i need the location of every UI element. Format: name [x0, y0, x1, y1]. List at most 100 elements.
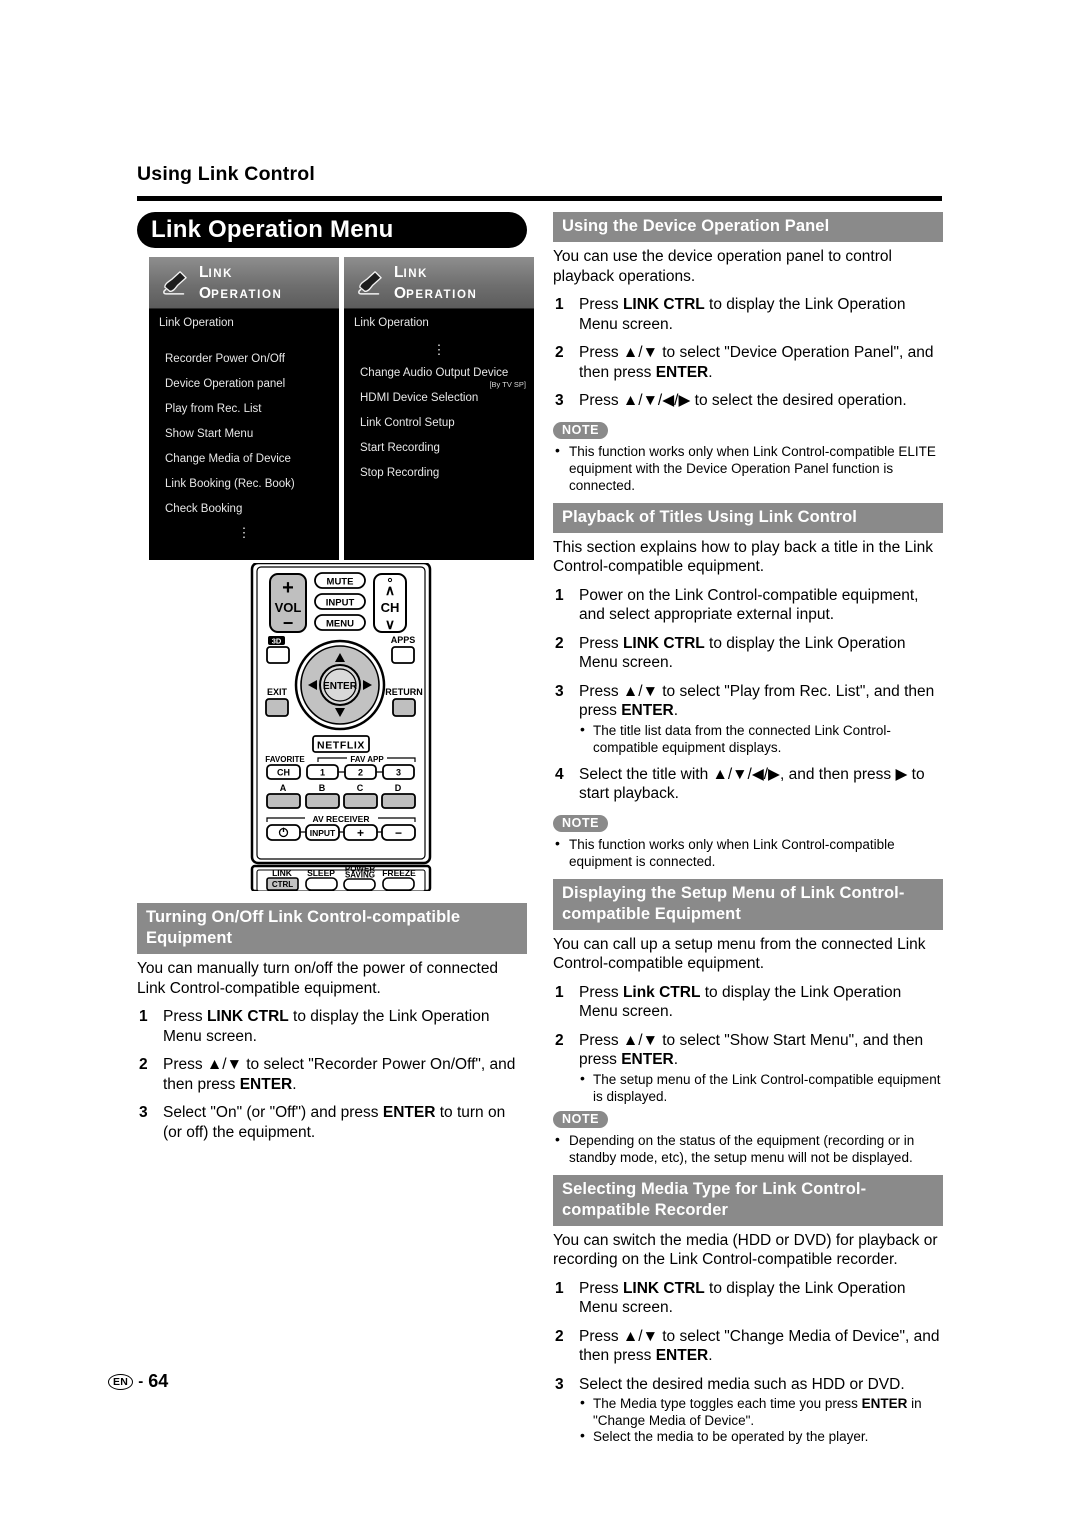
av-receiver-label: AV RECEIVER [313, 814, 370, 824]
heading-line-2: Equipment [146, 929, 233, 947]
fav-app-2-label: 2 [358, 768, 363, 778]
logo-l2-cap: O [394, 285, 407, 302]
menu-item[interactable]: Play from Rec. List [149, 403, 339, 428]
menu-button-label: MENU [326, 619, 354, 630]
footer-dash: - [138, 1373, 144, 1390]
av-minus-label: − [395, 826, 402, 840]
color-d-label: D [395, 783, 402, 793]
step-text-bold: LINK CTRL [622, 296, 705, 313]
logo-l1-rest: INK [208, 268, 234, 280]
remote-control-illustration: + VOL − MUTE INPUT MENU ∧ CH ∨ 3D APPS E… [250, 563, 432, 891]
menu-item-label: Change Media of Device [165, 453, 291, 465]
input-button-label: INPUT [326, 598, 355, 609]
step-text-pre: Press ▲/▼ to select "Change Media of Dev… [579, 1327, 940, 1365]
step-text-pre: Press ▲/▼/◀/▶ to select the desired oper… [579, 392, 907, 409]
step-item: 3 Press ▲/▼ to select "Play from Rec. Lis… [553, 682, 943, 721]
step-text-bold: ENTER [655, 363, 709, 381]
menu-item-label: Link Booking (Rec. Book) [165, 478, 295, 490]
step-number: 1 [555, 586, 564, 604]
step-item: 2 Press LINK CTRL to display the Link Ope… [553, 634, 943, 673]
step-number: 2 [555, 634, 564, 652]
step-text-bold: LINK CTRL [622, 1279, 705, 1297]
section-intro: You can call up a setup menu from the co… [553, 935, 926, 973]
menu-item[interactable]: Stop Recording [344, 467, 534, 492]
step-text-pre: Power on the Link Control-compatible equ… [579, 586, 919, 624]
menu-item[interactable]: Link Booking (Rec. Book) [149, 478, 339, 503]
exit-label: EXIT [267, 687, 288, 697]
menu-item[interactable]: Device Operation panel [149, 378, 339, 403]
menu-item[interactable]: Link Control Setup [344, 417, 534, 442]
link-label: LINK [272, 868, 293, 878]
section-media-type: Selecting Media Type for Link Control- c… [553, 1174, 943, 1446]
step-text-bold: ENTER [382, 1104, 436, 1121]
menu-item[interactable]: Change Audio Output Device [By TV SP] [344, 367, 534, 392]
logo-l2-rest: PERATION [211, 289, 283, 301]
step-text-bold: LINK CTRL [622, 634, 705, 652]
menu-item[interactable]: HDMI Device Selection [344, 392, 534, 417]
section-playback-titles: Playback of Titles Using Link Control Th… [553, 502, 943, 870]
section-intro: You can manually turn on/off the power o… [137, 960, 499, 997]
link-operation-logo-icon [358, 271, 382, 295]
manual-page: Using Link Control Link Operation Menu L… [0, 0, 1080, 1527]
heading-line-2: compatible Recorder [562, 1200, 729, 1219]
menu-item-label: Start Recording [360, 442, 440, 454]
menu-items-2: ⋮ Change Audio Output Device [By TV SP] … [344, 343, 534, 492]
menu-header-1: LINK OPERATION [149, 257, 339, 309]
note-bullet: Depending on the status of the equipment… [553, 1131, 943, 1166]
step-number: 3 [555, 392, 564, 409]
step-number: 3 [555, 682, 564, 700]
mute-button-label: MUTE [327, 577, 354, 588]
ch-label: CH [381, 600, 400, 615]
menu-item[interactable]: Change Media of Device [149, 453, 339, 478]
heading-line-1: Selecting Media Type for Link Control- [562, 1179, 867, 1198]
step-item: 2 Press ▲/▼ to select "Device Operation P… [553, 343, 943, 382]
page-number: 64 [148, 1371, 169, 1391]
section-setup-menu: Displaying the Setup Menu of Link Contro… [553, 878, 943, 1166]
page-footer: EN - 64 [108, 1371, 168, 1392]
step-number: 2 [555, 1327, 564, 1345]
step-number: 3 [139, 1104, 148, 1121]
step-text-bold: LINK CTRL [206, 1008, 289, 1025]
note-badge: NOTE [553, 421, 609, 439]
step-text-post: . [708, 363, 713, 381]
step-item: 1 Press LINK CTRL to display the Link Ope… [137, 1007, 527, 1046]
running-head: Using Link Control [137, 163, 316, 185]
step-number: 1 [555, 1279, 564, 1297]
step-item: 3 Select "On" (or "Off") and press ENTER … [137, 1103, 527, 1142]
menu-items-1: Recorder Power On/Off Device Operation p… [149, 353, 339, 539]
right-column: Using the Device Operation Panel You can… [553, 212, 943, 1454]
step-number: 3 [555, 1375, 564, 1393]
fav-app-1-label: 1 [320, 768, 325, 778]
menu-item[interactable]: Check Booking [149, 503, 339, 528]
menu-item-label: Change Audio Output Device [360, 367, 509, 379]
step-bullet: The title list data from the connected L… [553, 721, 943, 756]
av-plus-label: + [357, 826, 364, 840]
step-text-bold: Link CTRL [622, 983, 701, 1001]
section-intro: You can switch the media (HDD or DVD) fo… [553, 1231, 938, 1269]
section-turning-on-off: Turning On/Off Link Control-compatible E… [137, 903, 527, 1151]
three-d-label: 3D [272, 637, 282, 646]
color-a-label: A [280, 783, 287, 793]
menu-item[interactable]: Recorder Power On/Off [149, 353, 339, 378]
step-text-bold: ENTER [655, 1347, 709, 1364]
menu-item[interactable]: Show Start Menu [149, 428, 339, 453]
step-item: 2 Press ▲/▼ to select "Show Start Menu", … [553, 1031, 943, 1070]
step-text-post: . [673, 702, 679, 719]
menu-item-label: Check Booking [165, 503, 243, 515]
step-number: 2 [555, 1031, 564, 1049]
netflix-label: NETFLIX [317, 740, 365, 752]
left-column: Link Operation Menu [137, 212, 527, 248]
step-text-bold: ENTER [239, 1075, 293, 1093]
step-bullet: The Media type toggles each time you pre… [553, 1394, 943, 1429]
enter-button-label: ENTER [323, 681, 358, 692]
step-number: 4 [555, 765, 564, 783]
menu-item[interactable]: Start Recording [344, 442, 534, 467]
section-device-operation-panel: Using the Device Operation Panel You can… [553, 212, 943, 494]
menu-item-label: Recorder Power On/Off [165, 353, 285, 365]
step-text-pre: Press [579, 983, 623, 1001]
menu-item-label: Play from Rec. List [165, 403, 262, 415]
bullet-text-pre: The Media type toggles each time you pre… [593, 1396, 862, 1411]
fav-app-3-label: 3 [396, 768, 401, 778]
header-rule [137, 196, 942, 201]
bullet-text-bold: ENTER [861, 1396, 908, 1411]
